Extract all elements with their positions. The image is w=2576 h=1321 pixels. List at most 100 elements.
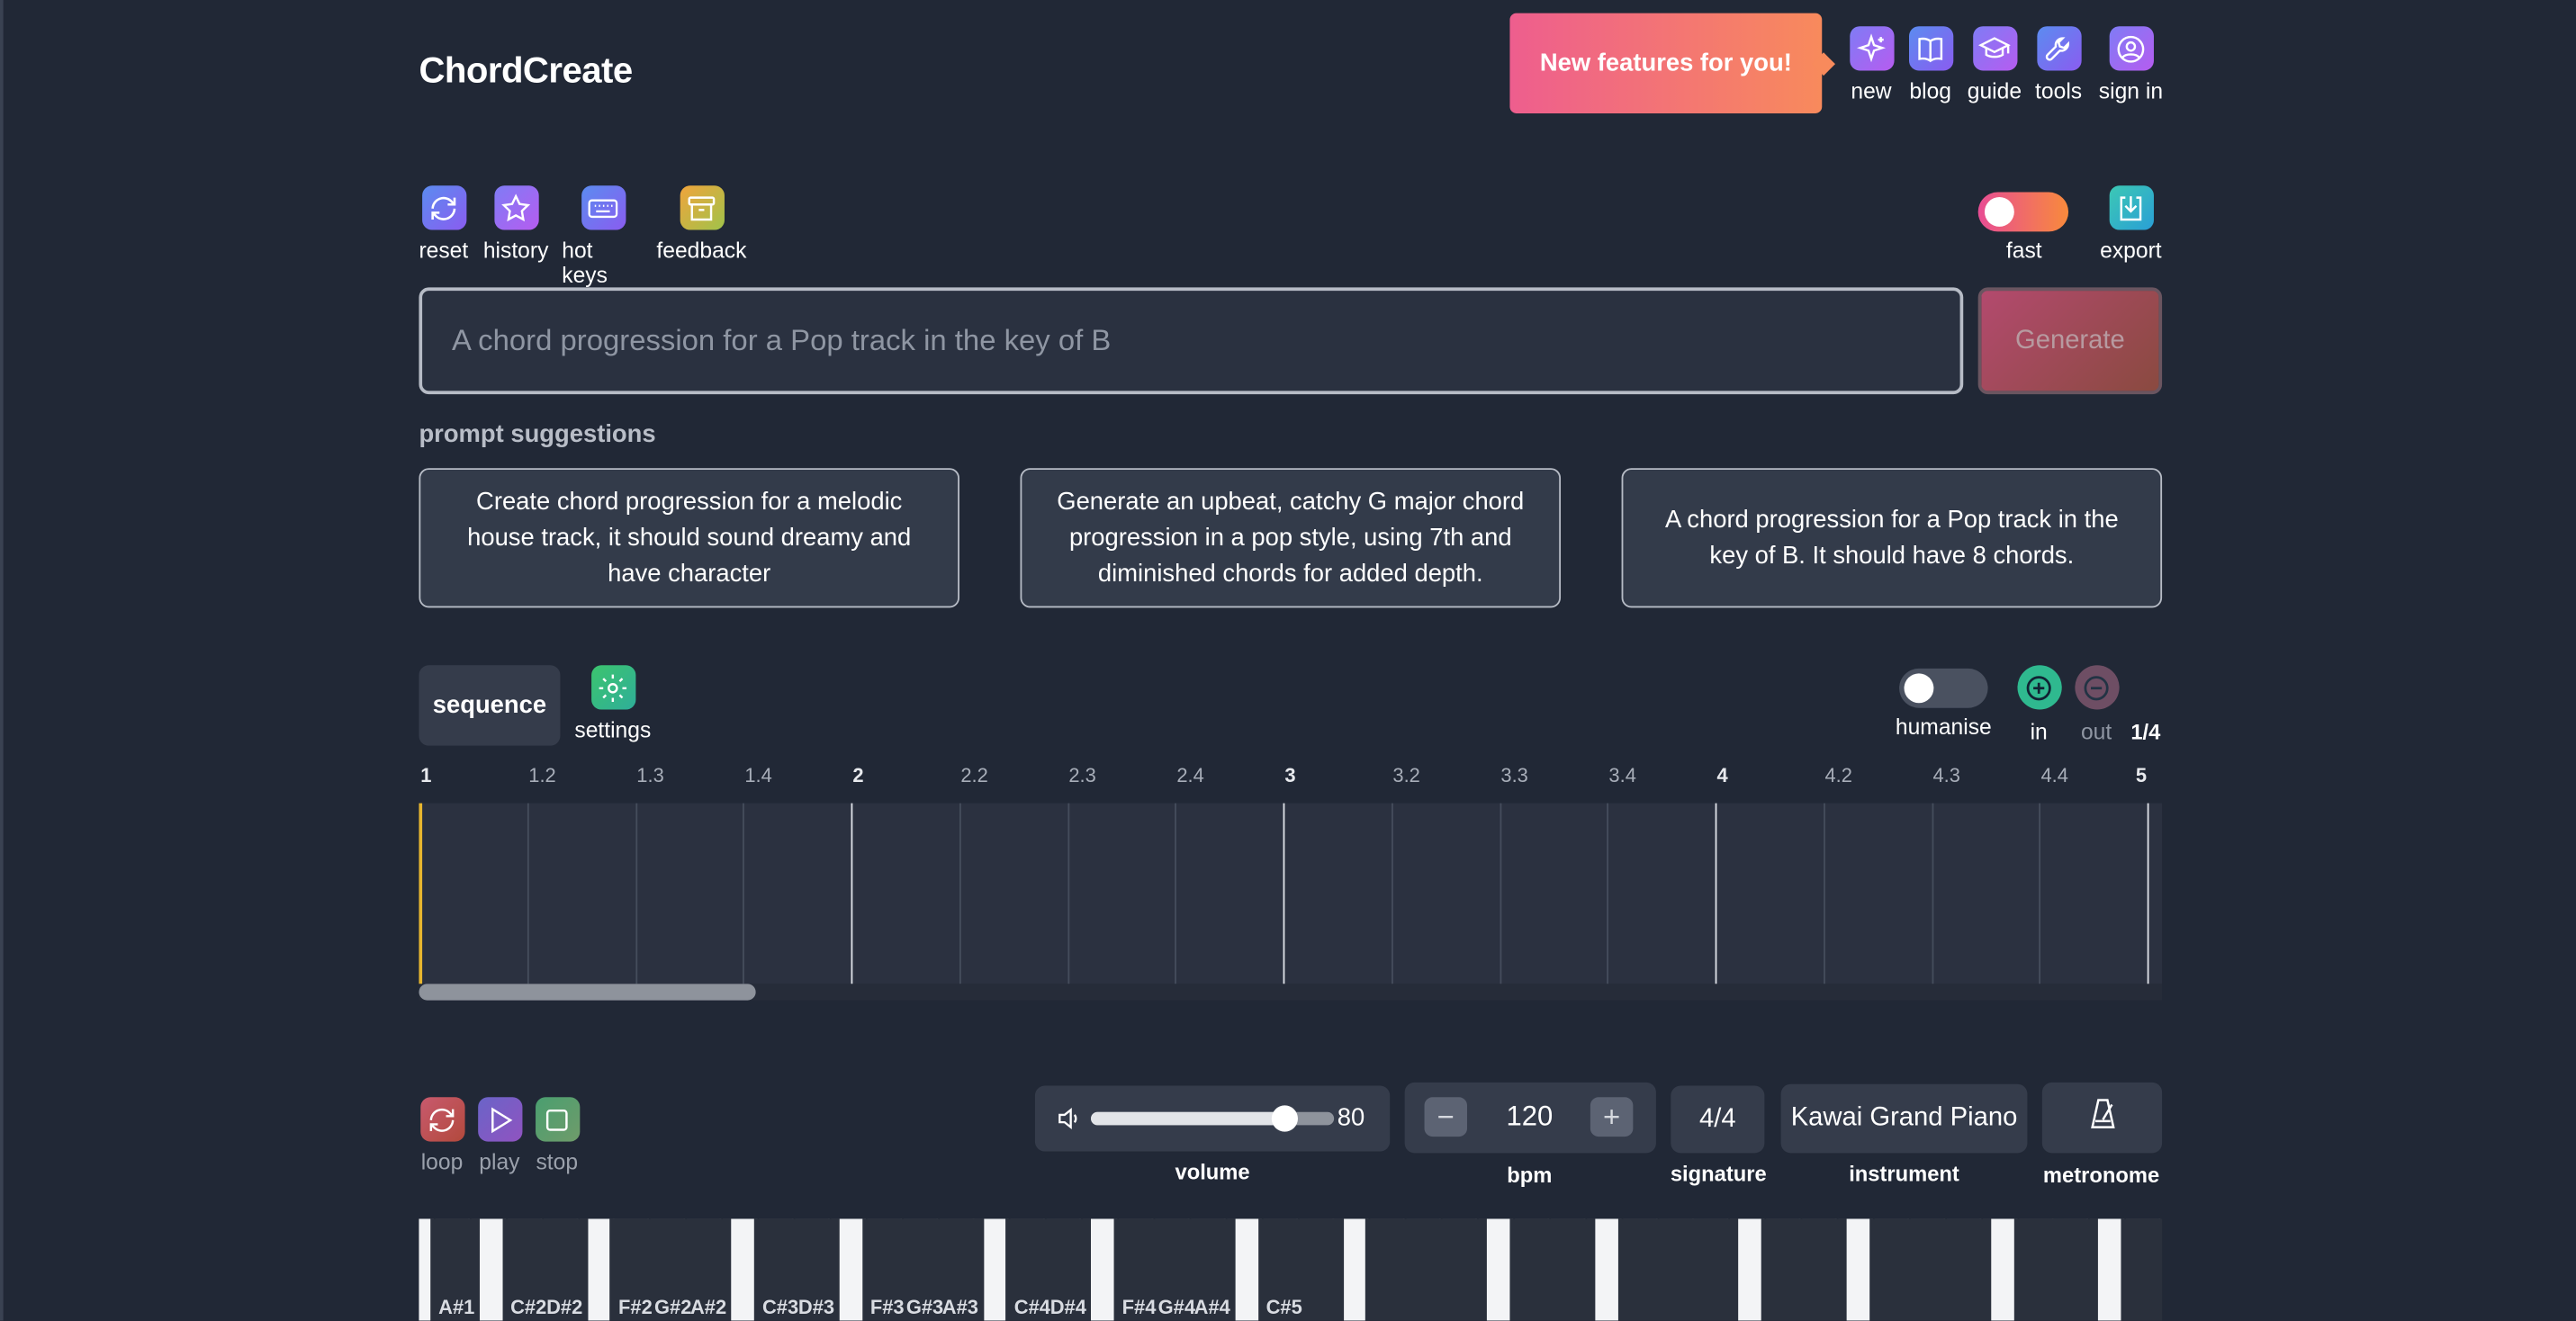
humanise-toggle[interactable]	[1899, 668, 1988, 708]
grid-beat-line	[1283, 803, 1285, 984]
generate-button[interactable]: Generate	[1977, 287, 2163, 395]
prompt-input[interactable]: A chord progression for a Pop track in t…	[419, 287, 1964, 395]
piano-key-label: A#3	[941, 1296, 978, 1319]
piano-key-label: C#5	[1265, 1296, 1302, 1319]
reset-button[interactable]: reset	[419, 185, 468, 263]
play-button[interactable]: play	[476, 1097, 522, 1174]
ruler-tick-label: 1.3	[636, 763, 664, 787]
grid-beat-line	[527, 803, 529, 984]
tab-sequence[interactable]: sequence	[419, 665, 561, 746]
ruler-tick-label: 1.2	[528, 763, 556, 787]
piano-black-key[interactable]	[1437, 1218, 1488, 1321]
volume-slider-fill	[1090, 1111, 1286, 1126]
piano-key-label: D#3	[797, 1296, 835, 1319]
metronome-button[interactable]	[2041, 1082, 2163, 1154]
piano-black-key[interactable]	[1689, 1218, 1739, 1321]
piano-key-label: A#4	[1193, 1296, 1230, 1319]
new-features-banner[interactable]: New features for you!	[1509, 13, 1823, 113]
settings-button[interactable]: settings	[572, 665, 653, 742]
nav-blog[interactable]: blog	[1903, 26, 1959, 103]
book-icon	[1908, 26, 1953, 71]
piano-black-key[interactable]	[1797, 1218, 1847, 1321]
hot-keys-button[interactable]: hot keys	[562, 185, 644, 287]
keyboard-icon	[581, 185, 626, 230]
volume-slider[interactable]	[1090, 1105, 1335, 1132]
ruler-tick-label: 4.3	[1932, 763, 1960, 787]
stop-button[interactable]: stop	[534, 1097, 580, 1174]
piano-black-key[interactable]	[2121, 1218, 2163, 1321]
nav-tools-label: tools	[2035, 78, 2083, 103]
grid-beat-line	[959, 803, 961, 984]
play-label: play	[479, 1149, 520, 1175]
zoom-out-button[interactable]: out	[2074, 665, 2120, 744]
wrench-icon	[2036, 26, 2081, 71]
playhead[interactable]	[419, 803, 423, 984]
suggestion-card[interactable]: A chord progression for a Pop track in t…	[1621, 468, 2163, 608]
settings-label: settings	[574, 717, 652, 743]
app-logo[interactable]: ChordCreate	[419, 49, 633, 92]
signature-select[interactable]: 4/4	[1671, 1085, 1765, 1154]
sequence-scrollbar-thumb[interactable]	[419, 984, 756, 1001]
ruler-tick-label: 1.4	[744, 763, 772, 787]
graduation-cap-icon	[1972, 26, 2017, 71]
bpm-increase-button[interactable]: +	[1590, 1097, 1634, 1137]
piano-key-label: A#2	[689, 1296, 727, 1319]
suggestion-card[interactable]: Create chord progression for a melodic h…	[419, 468, 959, 608]
piano-key-label: A#1	[438, 1296, 475, 1319]
ruler-tick-label: 1	[420, 763, 432, 787]
bpm-value[interactable]: 120	[1471, 1101, 1589, 1134]
nav-tools[interactable]: tools	[2031, 26, 2086, 103]
grid-beat-line	[743, 803, 745, 984]
fast-toggle[interactable]	[1977, 192, 2069, 232]
ruler-tick-label: 4.2	[1824, 763, 1852, 787]
play-icon	[477, 1097, 522, 1142]
grid-beat-line	[1823, 803, 1825, 984]
piano-key-label: F#4	[1121, 1296, 1157, 1319]
fast-toggle-knob	[1984, 197, 2014, 227]
minus-circle-icon	[2074, 665, 2119, 710]
piano-black-key[interactable]	[1545, 1218, 1595, 1321]
export-button[interactable]: export	[2096, 185, 2166, 263]
export-label: export	[2100, 238, 2162, 264]
ruler-tick-label: 3.2	[1392, 763, 1420, 787]
ruler-tick-label: 2.2	[960, 763, 988, 787]
piano-black-key[interactable]	[2049, 1218, 2099, 1321]
humanise-label: humanise	[1895, 714, 1992, 740]
ruler-tick-label: 2.4	[1176, 763, 1204, 787]
ruler-tick-label: 5	[2135, 763, 2148, 787]
ruler-tick-label: 2	[852, 763, 864, 787]
instrument-label: instrument	[1849, 1161, 1959, 1186]
piano-key-label: C#4	[1013, 1296, 1050, 1319]
nav-guide[interactable]: guide	[1965, 26, 2024, 103]
piano-black-key[interactable]	[1941, 1218, 1991, 1321]
star-icon	[493, 185, 538, 230]
zoom-in-button[interactable]: in	[2016, 665, 2062, 744]
ruler-tick-label: 2.3	[1068, 763, 1096, 787]
grid-beat-line	[1175, 803, 1177, 984]
loop-label: loop	[420, 1149, 464, 1175]
feedback-button[interactable]: feedback	[656, 185, 746, 263]
piano-key-label: G#2	[654, 1296, 692, 1319]
instrument-select[interactable]: Kawai Grand Piano	[1780, 1083, 2028, 1154]
grid-beat-line	[1067, 803, 1069, 984]
sequence-grid[interactable]	[419, 803, 2163, 984]
history-button[interactable]: history	[482, 185, 551, 263]
piano-key-label: F#3	[869, 1296, 905, 1319]
piano-key-label: F#2	[618, 1296, 653, 1319]
loop-button[interactable]: loop	[418, 1097, 467, 1174]
suggestion-card[interactable]: Generate an upbeat, catchy G major chord…	[1020, 468, 1562, 608]
nav-sign-in[interactable]: sign in	[2096, 26, 2166, 103]
nav-new[interactable]: new	[1847, 26, 1896, 103]
nav-new-label: new	[1851, 78, 1892, 103]
bpm-label: bpm	[1507, 1163, 1553, 1188]
fast-label: fast	[2005, 238, 2042, 264]
suggestions-title: prompt suggestions	[419, 420, 656, 449]
bpm-control: − 120 +	[1404, 1082, 1656, 1154]
ruler-tick-label: 3	[1284, 763, 1296, 787]
volume-control: 80	[1034, 1085, 1391, 1152]
volume-slider-thumb[interactable]	[1272, 1105, 1299, 1132]
reset-label: reset	[419, 238, 469, 264]
bpm-decrease-button[interactable]: −	[1424, 1097, 1467, 1137]
piano-black-key[interactable]	[2157, 1218, 2163, 1321]
metronome-label: metronome	[2042, 1163, 2160, 1188]
